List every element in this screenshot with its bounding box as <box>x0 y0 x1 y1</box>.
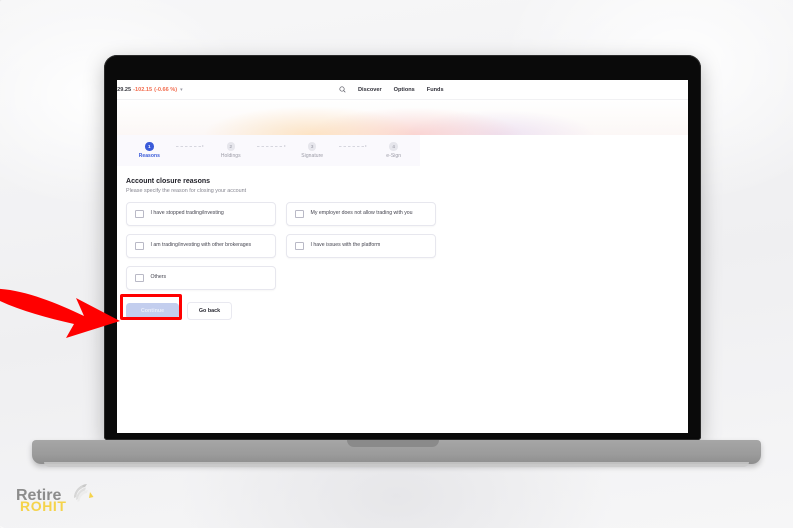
nav-item-discover[interactable]: Discover <box>358 87 382 93</box>
search-icon[interactable] <box>339 86 346 93</box>
hero-gradient-band <box>117 100 688 135</box>
reason-option-label: I have issues with the platform <box>310 242 381 249</box>
step-connector <box>338 142 368 151</box>
reason-option-label: My employer does not allow trading with … <box>310 210 413 217</box>
callout-arrow <box>0 289 120 338</box>
step-esign[interactable]: 4 e-Sign <box>367 142 420 159</box>
step-label: Holdings <box>220 153 241 159</box>
nav-item-funds[interactable]: Funds <box>427 87 444 93</box>
step-connector <box>257 142 286 151</box>
nav-right-group: Discover Options Funds <box>339 80 444 99</box>
index-ticker[interactable]: 929.25 -102.15 (-0.66 %) ▾ <box>117 87 183 93</box>
go-back-button[interactable]: Go back <box>187 302 232 320</box>
checkbox-icon[interactable] <box>295 241 304 251</box>
form-actions: Continue Go back <box>126 302 688 320</box>
progress-stepper: 1 Reasons 2 Holdings 3 Signature 4 e-Sig… <box>117 135 420 166</box>
chevron-down-icon[interactable]: ▾ <box>180 87 183 93</box>
checkbox-icon[interactable] <box>135 241 144 251</box>
reason-option-stopped-trading[interactable]: I have stopped trading/investing <box>126 202 276 226</box>
reason-option-label: Others <box>150 274 167 281</box>
page-subtitle: Please specify the reason for closing yo… <box>126 188 247 194</box>
watermark-logo: Retire ROHIT <box>16 484 94 514</box>
reason-option-platform-issues[interactable]: I have issues with the platform <box>286 234 436 258</box>
fan-icon <box>73 484 94 502</box>
ticker-change: -102.15 <box>133 86 153 93</box>
laptop-screen: 929.25 -102.15 (-0.66 %) ▾ Discover Opti… <box>117 80 688 433</box>
reason-option-label: I have stopped trading/investing <box>150 210 224 217</box>
reason-options-grid: I have stopped trading/investing My empl… <box>126 202 436 290</box>
ticker-value: 929.25 <box>117 86 132 93</box>
checkbox-icon[interactable] <box>295 209 304 219</box>
step-bubble: 2 <box>226 142 235 151</box>
step-bubble: 3 <box>307 142 317 151</box>
checkbox-icon[interactable] <box>135 209 144 219</box>
reason-option-employer-restriction[interactable]: My employer does not allow trading with … <box>286 202 436 226</box>
laptop-base-notch <box>347 440 439 447</box>
step-bubble: 4 <box>389 142 398 151</box>
step-label: e-Sign <box>386 153 402 159</box>
step-label: Reasons <box>138 153 160 159</box>
step-bubble: 1 <box>145 142 154 151</box>
ticker-percent: (-0.66 %) <box>154 86 178 93</box>
nav-item-options[interactable]: Options <box>394 87 415 93</box>
step-holdings[interactable]: 2 Holdings <box>204 142 257 159</box>
reason-option-others[interactable]: Others <box>126 266 276 290</box>
app-top-nav: 929.25 -102.15 (-0.66 %) ▾ Discover Opti… <box>117 80 688 100</box>
step-connector <box>175 142 205 151</box>
page-title: Account closure reasons <box>126 178 211 185</box>
step-reasons[interactable]: 1 Reasons <box>123 142 176 159</box>
watermark-line2: ROHIT <box>20 498 67 514</box>
laptop-base-shadow <box>44 462 749 467</box>
checkbox-icon[interactable] <box>135 273 144 283</box>
step-label: Signature <box>301 153 324 159</box>
main-content: Account closure reasons Please specify t… <box>117 166 688 320</box>
reason-option-other-brokerages[interactable]: I am trading/investing with other broker… <box>126 234 276 258</box>
step-signature[interactable]: 3 Signature <box>286 142 339 159</box>
reason-option-label: I am trading/investing with other broker… <box>150 242 252 249</box>
